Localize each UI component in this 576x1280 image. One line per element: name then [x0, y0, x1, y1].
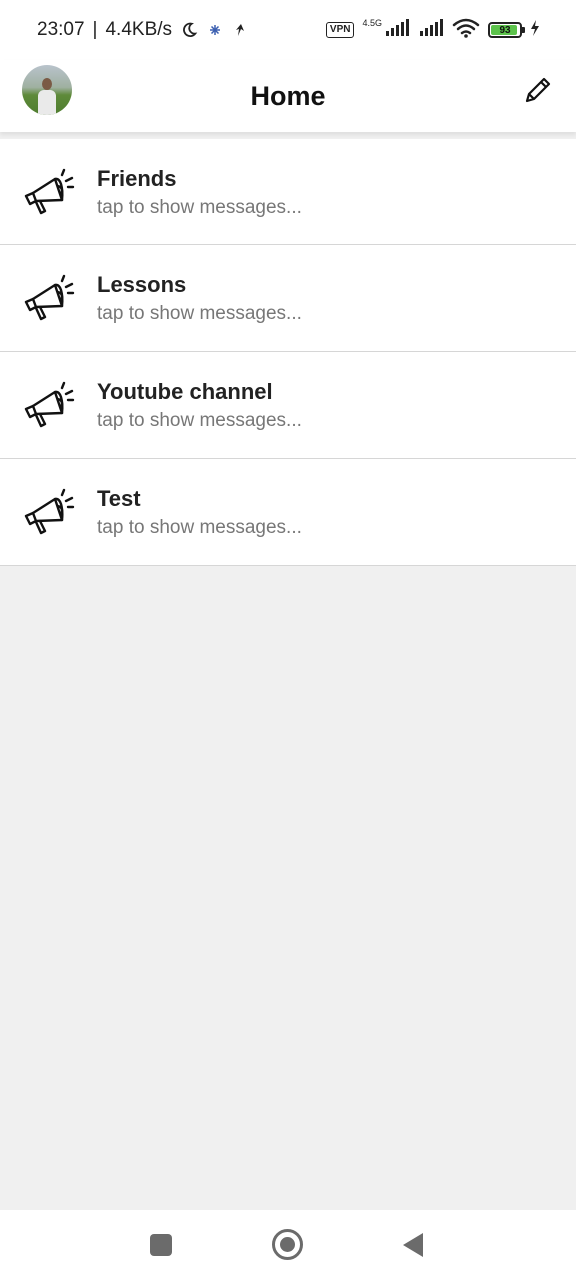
channel-list: Friends tap to show messages... Lessons … [0, 139, 576, 566]
megaphone-icon [24, 488, 75, 535]
wifi-icon [452, 18, 480, 43]
snowflake-icon [206, 21, 224, 39]
avatar[interactable] [22, 65, 72, 115]
battery-icon: 93 [488, 22, 525, 38]
megaphone-icon [24, 274, 75, 321]
list-item[interactable]: Youtube channel tap to show messages... [0, 352, 576, 459]
channel-name: Friends [97, 166, 177, 191]
app-bar: Home [0, 60, 576, 132]
signal-icon [418, 18, 444, 42]
home-circle-icon[interactable] [272, 1229, 303, 1260]
status-separator: | [92, 19, 98, 40]
status-right: VPN 4.5G 93 [325, 18, 540, 43]
vpn-icon: VPN [325, 22, 355, 38]
avatar-head [42, 78, 52, 90]
list-item[interactable]: Test tap to show messages... [0, 459, 576, 566]
status-bar: 23:07 | 4.4KB/s VPN 4.5G 93 [0, 0, 576, 60]
megaphone-icon [24, 381, 75, 428]
edit-button[interactable] [520, 72, 556, 108]
network-speed: 4.4KB/s [105, 19, 173, 40]
status-left: 23:07 | 4.4KB/s [37, 19, 250, 41]
channel-name: Test [97, 486, 141, 511]
page-title: Home [250, 80, 326, 111]
avatar-body [38, 90, 56, 115]
channel-subtitle: tap to show messages... [97, 517, 302, 538]
network-type: 4.5G [362, 18, 382, 28]
megaphone-icon [24, 168, 75, 215]
app-notification-icon [232, 21, 250, 39]
pencil-icon [525, 77, 551, 103]
moon-icon [180, 21, 198, 39]
system-nav-bar [0, 1210, 576, 1280]
signal-icon [384, 18, 410, 42]
channel-name: Youtube channel [97, 379, 273, 404]
battery-level: 93 [499, 24, 511, 36]
back-triangle-icon[interactable] [403, 1233, 423, 1257]
recents-square-icon[interactable] [150, 1234, 172, 1256]
channel-name: Lessons [97, 272, 187, 297]
status-time: 23:07 [37, 19, 85, 40]
home-screen: 23:07 | 4.4KB/s VPN 4.5G 93 Home Friends… [0, 0, 576, 1280]
list-item[interactable]: Lessons tap to show messages... [0, 245, 576, 352]
charging-icon [530, 19, 540, 41]
channel-subtitle: tap to show messages... [97, 303, 302, 324]
list-item[interactable]: Friends tap to show messages... [0, 139, 576, 245]
channel-subtitle: tap to show messages... [97, 410, 302, 431]
channel-subtitle: tap to show messages... [97, 197, 302, 218]
